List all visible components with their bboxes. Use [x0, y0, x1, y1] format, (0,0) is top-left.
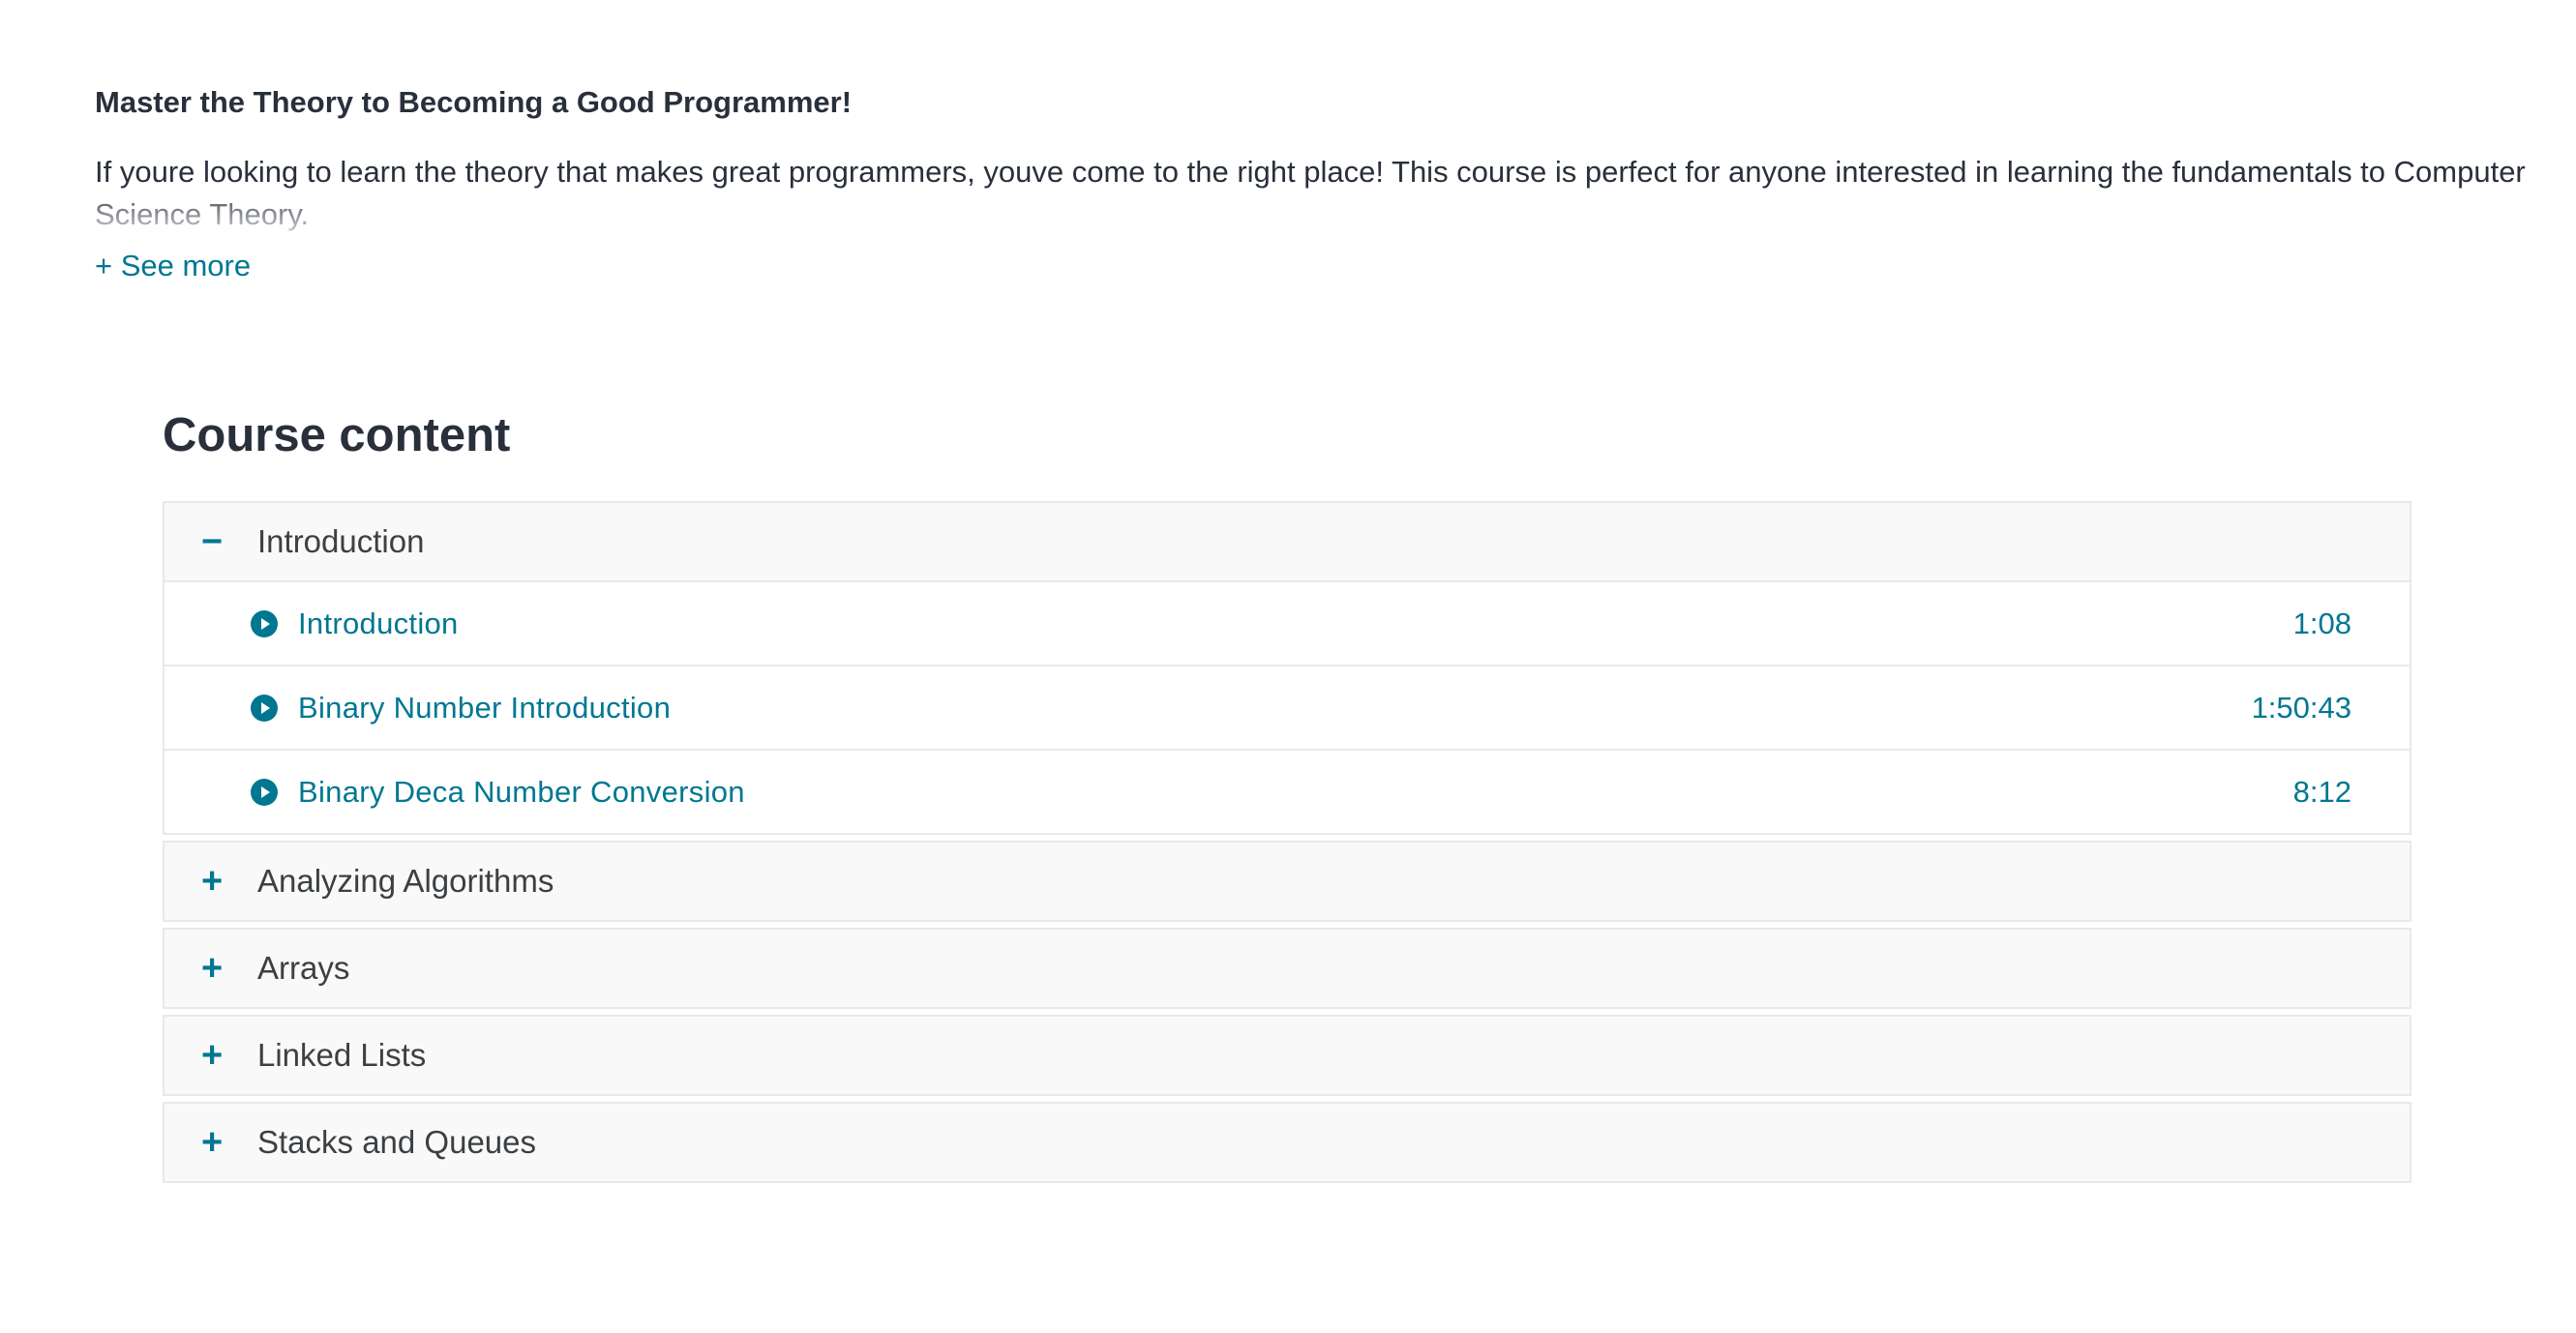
- section-linked-lists: + Linked Lists: [163, 1015, 2411, 1096]
- lecture-item[interactable]: Binary Deca Number Conversion 8:12: [165, 751, 2410, 833]
- course-description: Master the Theory to Becoming a Good Pro…: [95, 83, 2533, 232]
- section-stacks-and-queues: + Stacks and Queues: [163, 1102, 2411, 1183]
- lecture-list: Introduction 1:08 Binary Number Introduc…: [165, 580, 2410, 833]
- section-title: Linked Lists: [257, 1037, 427, 1073]
- lecture-item[interactable]: Introduction 1:08: [165, 582, 2410, 666]
- lecture-duration: 1:08: [2292, 606, 2351, 640]
- lecture-title[interactable]: Introduction: [298, 607, 2293, 641]
- section-title: Stacks and Queues: [257, 1124, 537, 1160]
- course-content-title: Course content: [163, 409, 511, 461]
- lecture-title[interactable]: Binary Deca Number Conversion: [298, 775, 2293, 810]
- play-circle-icon: [250, 694, 279, 723]
- course-content-panel: Course content − Introduction Introducti…: [163, 404, 2411, 1189]
- description-headline: Master the Theory to Becoming a Good Pro…: [95, 85, 853, 119]
- lecture-duration: 8:12: [2292, 774, 2351, 809]
- section-header-analyzing-algorithms[interactable]: + Analyzing Algorithms: [165, 843, 2410, 920]
- section-title: Arrays: [257, 950, 350, 986]
- section-header-linked-lists[interactable]: + Linked Lists: [165, 1017, 2410, 1094]
- section-analyzing-algorithms: + Analyzing Algorithms: [163, 841, 2411, 922]
- section-arrays: + Arrays: [163, 928, 2411, 1009]
- description-body-container: If youre looking to learn the theory tha…: [95, 151, 2533, 232]
- play-circle-icon: [250, 778, 279, 807]
- description-fade-overlay: [95, 186, 2533, 232]
- section-title: Analyzing Algorithms: [257, 863, 554, 899]
- expand-plus-icon[interactable]: +: [201, 861, 252, 903]
- section-header-stacks-and-queues[interactable]: + Stacks and Queues: [165, 1104, 2410, 1181]
- see-more-link[interactable]: + See more: [95, 247, 251, 285]
- expand-plus-icon[interactable]: +: [201, 1122, 252, 1164]
- lecture-title[interactable]: Binary Number Introduction: [298, 691, 2252, 726]
- section-header-introduction[interactable]: − Introduction: [165, 503, 2410, 580]
- expand-plus-icon[interactable]: +: [201, 948, 252, 990]
- section-introduction: − Introduction Introduction 1:08 Binary …: [163, 501, 2411, 835]
- lecture-duration: 1:50:43: [2251, 690, 2351, 725]
- collapse-minus-icon[interactable]: −: [201, 521, 252, 563]
- section-header-arrays[interactable]: + Arrays: [165, 930, 2410, 1007]
- lecture-item[interactable]: Binary Number Introduction 1:50:43: [165, 666, 2410, 751]
- section-title: Introduction: [257, 523, 425, 559]
- play-circle-icon: [250, 609, 279, 638]
- expand-plus-icon[interactable]: +: [201, 1035, 252, 1077]
